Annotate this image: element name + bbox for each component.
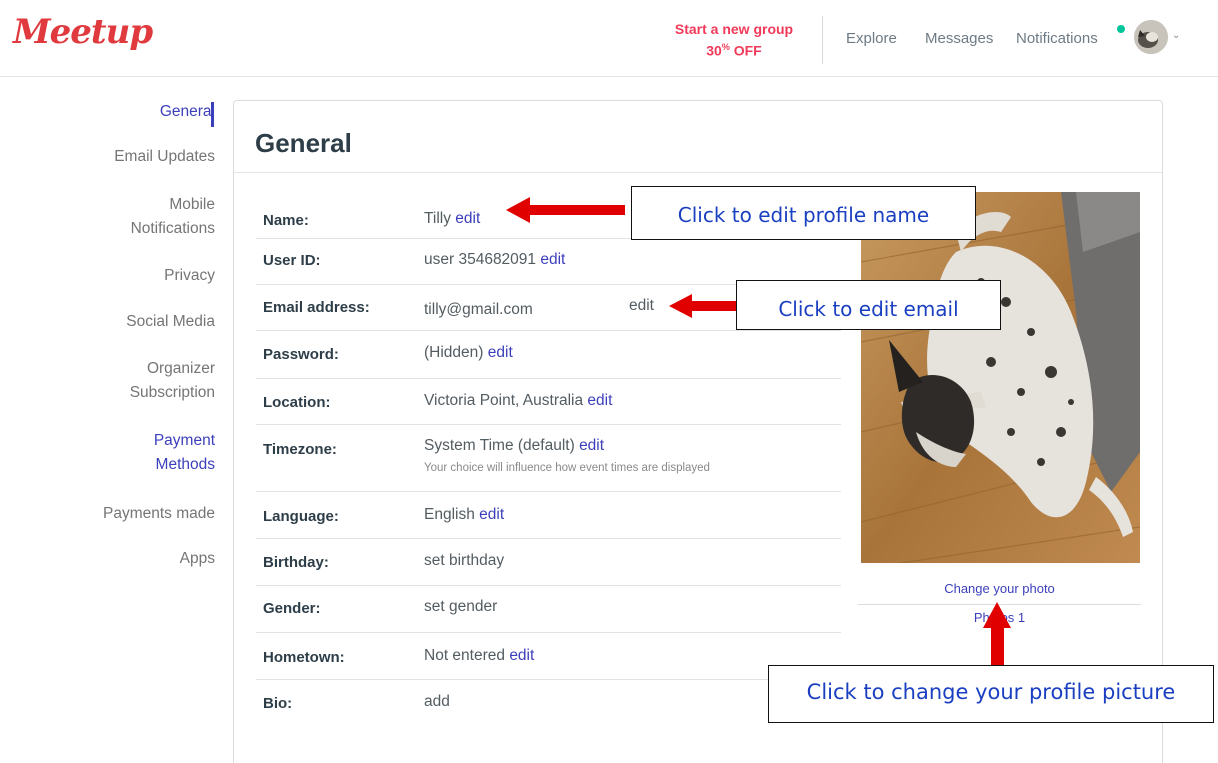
arrow-to-change-photo-icon — [983, 602, 1011, 665]
callout-edit-email: Click to edit email — [736, 280, 1001, 330]
callout-edit-name: Click to edit profile name — [631, 186, 976, 240]
arrow-to-name-edit-icon — [506, 197, 625, 223]
arrow-to-email-edit-icon — [669, 294, 736, 318]
annotation-arrows — [506, 197, 1011, 665]
callout-change-photo: Click to change your profile picture — [768, 665, 1214, 723]
